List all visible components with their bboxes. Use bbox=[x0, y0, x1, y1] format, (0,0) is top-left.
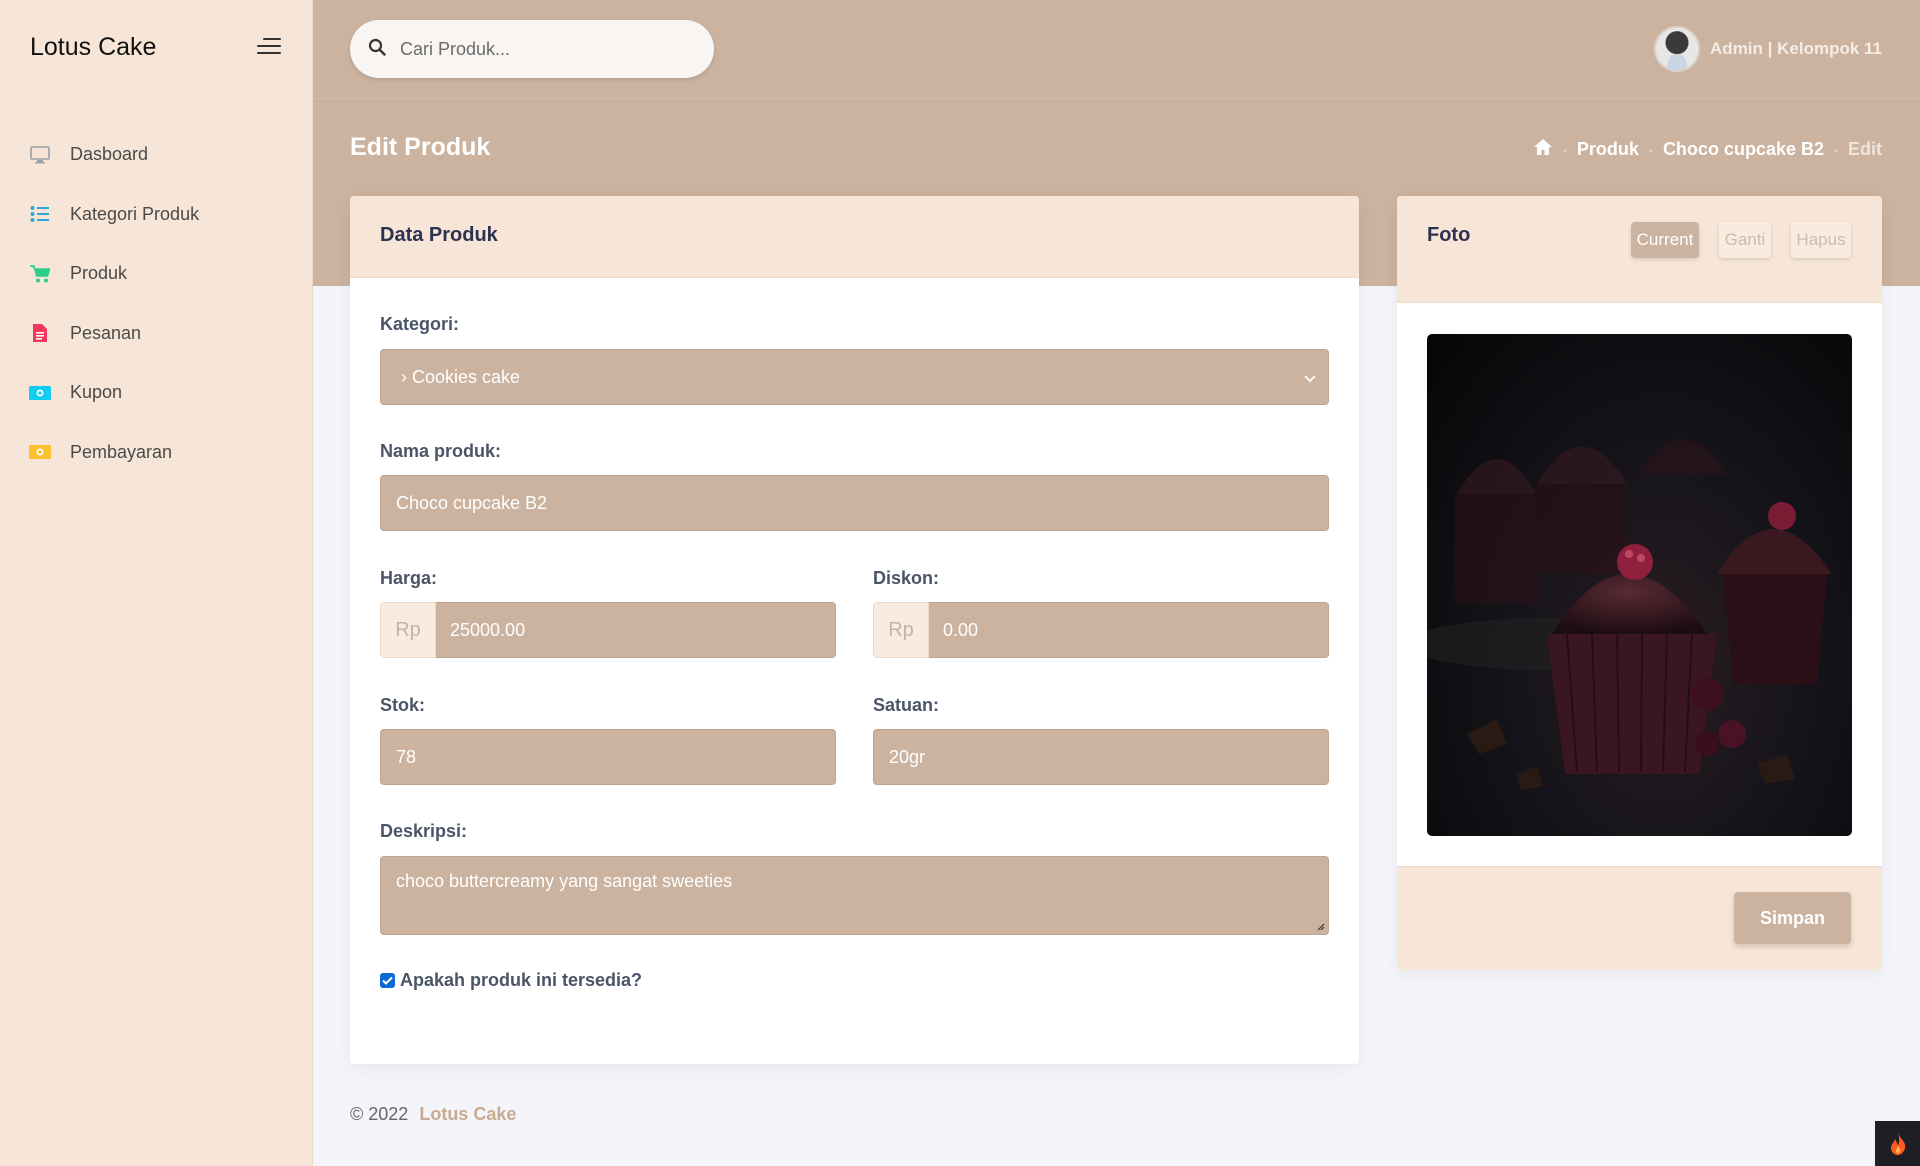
kategori-value: › Cookies cake bbox=[401, 366, 521, 387]
avatar[interactable] bbox=[1654, 26, 1701, 72]
search-icon bbox=[368, 38, 386, 61]
sidebar-item-kupon[interactable]: Kupon bbox=[0, 363, 312, 423]
breadcrumb-separator: - bbox=[1648, 142, 1653, 157]
breadcrumb: - Produk - Choco cupcake B2 - Edit bbox=[1533, 138, 1882, 161]
list-icon bbox=[29, 203, 51, 225]
sidebar-item-produk[interactable]: Produk bbox=[0, 244, 312, 304]
product-photo bbox=[1427, 334, 1852, 836]
user-name[interactable]: Admin | Kelompok 11 bbox=[1710, 39, 1882, 59]
search-input[interactable] bbox=[400, 38, 690, 60]
sidebar-item-label: Kupon bbox=[70, 382, 123, 403]
save-button[interactable]: Simpan bbox=[1734, 892, 1851, 944]
diskon-label: Diskon: bbox=[873, 568, 940, 588]
sidebar-item-label: Pembayaran bbox=[70, 441, 173, 462]
monitor-icon bbox=[29, 144, 51, 166]
diskon-field[interactable]: 0.00 bbox=[929, 602, 1329, 658]
card-header: Data Produk bbox=[350, 196, 1359, 278]
harga-field[interactable]: 25000.00 bbox=[436, 602, 836, 658]
tab-current[interactable]: Current bbox=[1631, 222, 1699, 258]
breadcrumb-separator: - bbox=[1834, 142, 1838, 157]
user-menu[interactable]: Admin | Kelompok 11 bbox=[1654, 26, 1882, 72]
checkbox-checked-icon[interactable] bbox=[380, 973, 395, 988]
header-divider bbox=[313, 98, 1920, 99]
nama-label: Nama produk: bbox=[380, 441, 502, 461]
money-icon bbox=[29, 382, 51, 404]
page-title: Edit Produk bbox=[350, 133, 491, 161]
tersedia-label: Apakah produk ini tersedia? bbox=[400, 970, 643, 990]
flame-icon[interactable] bbox=[1875, 1121, 1920, 1166]
sidebar-item-pesanan[interactable]: Pesanan bbox=[0, 304, 312, 364]
sidebar-item-label: Kategori Produk bbox=[70, 203, 200, 224]
document-icon bbox=[29, 322, 51, 344]
currency-prefix: Rp bbox=[380, 602, 436, 658]
home-icon[interactable] bbox=[1533, 138, 1553, 161]
diskon-input-group: Rp 0.00 bbox=[873, 602, 1329, 658]
nama-field[interactable]: Choco cupcake B2 bbox=[380, 475, 1329, 531]
card-title: Data Produk bbox=[380, 224, 498, 246]
deskripsi-value: choco buttercreamy yang sangat sweeties bbox=[396, 871, 733, 891]
breadcrumb-edit: Edit bbox=[1848, 139, 1882, 159]
chevron-down-icon bbox=[1304, 367, 1316, 388]
sidebar-item-dasboard[interactable]: Dasboard bbox=[0, 125, 312, 185]
satuan-label: Satuan: bbox=[873, 695, 940, 715]
footer-brand-link[interactable]: Lotus Cake bbox=[419, 1104, 516, 1124]
breadcrumb-product-name[interactable]: Choco cupcake B2 bbox=[1663, 139, 1824, 160]
photo-card: Foto Current Ganti Hapus Simpan bbox=[1397, 196, 1882, 970]
breadcrumb-produk[interactable]: Produk bbox=[1577, 139, 1639, 160]
page-footer: © 2022 Lotus Cake bbox=[350, 1104, 516, 1125]
harga-input-group: Rp 25000.00 bbox=[380, 602, 836, 658]
tab-hapus[interactable]: Hapus bbox=[1791, 222, 1851, 258]
sidebar-nav: Dasboard Kategori Produk Produk Pesanan … bbox=[0, 125, 312, 482]
sidebar-item-label: Produk bbox=[70, 263, 128, 284]
satuan-field[interactable]: 20gr bbox=[873, 729, 1329, 785]
sidebar-item-label: Pesanan bbox=[70, 322, 142, 343]
kategori-select[interactable]: › Cookies cake bbox=[380, 349, 1329, 405]
harga-label: Harga: bbox=[380, 568, 438, 588]
deskripsi-textarea[interactable]: choco buttercreamy yang sangat sweeties bbox=[380, 856, 1329, 935]
stok-field[interactable]: 78 bbox=[380, 729, 836, 785]
kategori-label: Kategori: bbox=[380, 314, 460, 334]
deskripsi-label: Deskripsi: bbox=[380, 821, 468, 841]
sidebar-item-kategori-produk[interactable]: Kategori Produk bbox=[0, 185, 312, 245]
sidebar-item-label: Dasboard bbox=[70, 144, 149, 165]
stok-label: Stok: bbox=[380, 695, 425, 715]
copyright-text: © 2022 bbox=[350, 1104, 409, 1124]
tab-ganti[interactable]: Ganti bbox=[1719, 222, 1771, 258]
cart-icon bbox=[29, 263, 51, 285]
brand-logo[interactable]: Lotus Cake bbox=[30, 33, 156, 62]
currency-prefix: Rp bbox=[873, 602, 929, 658]
menu-toggle-icon[interactable] bbox=[257, 38, 283, 58]
money-icon bbox=[29, 441, 51, 463]
search-bar[interactable] bbox=[350, 20, 714, 78]
sidebar: Lotus Cake Dasboard Kategori Produk Prod… bbox=[0, 0, 313, 1166]
breadcrumb-separator: - bbox=[1562, 142, 1567, 157]
resize-handle-icon[interactable] bbox=[1315, 921, 1325, 931]
tersedia-checkbox[interactable]: Apakah produk ini tersedia? bbox=[380, 970, 642, 991]
product-form-card: Data Produk Kategori: › Cookies cake Nam… bbox=[350, 196, 1359, 1064]
sidebar-item-pembayaran[interactable]: Pembayaran bbox=[0, 423, 312, 483]
